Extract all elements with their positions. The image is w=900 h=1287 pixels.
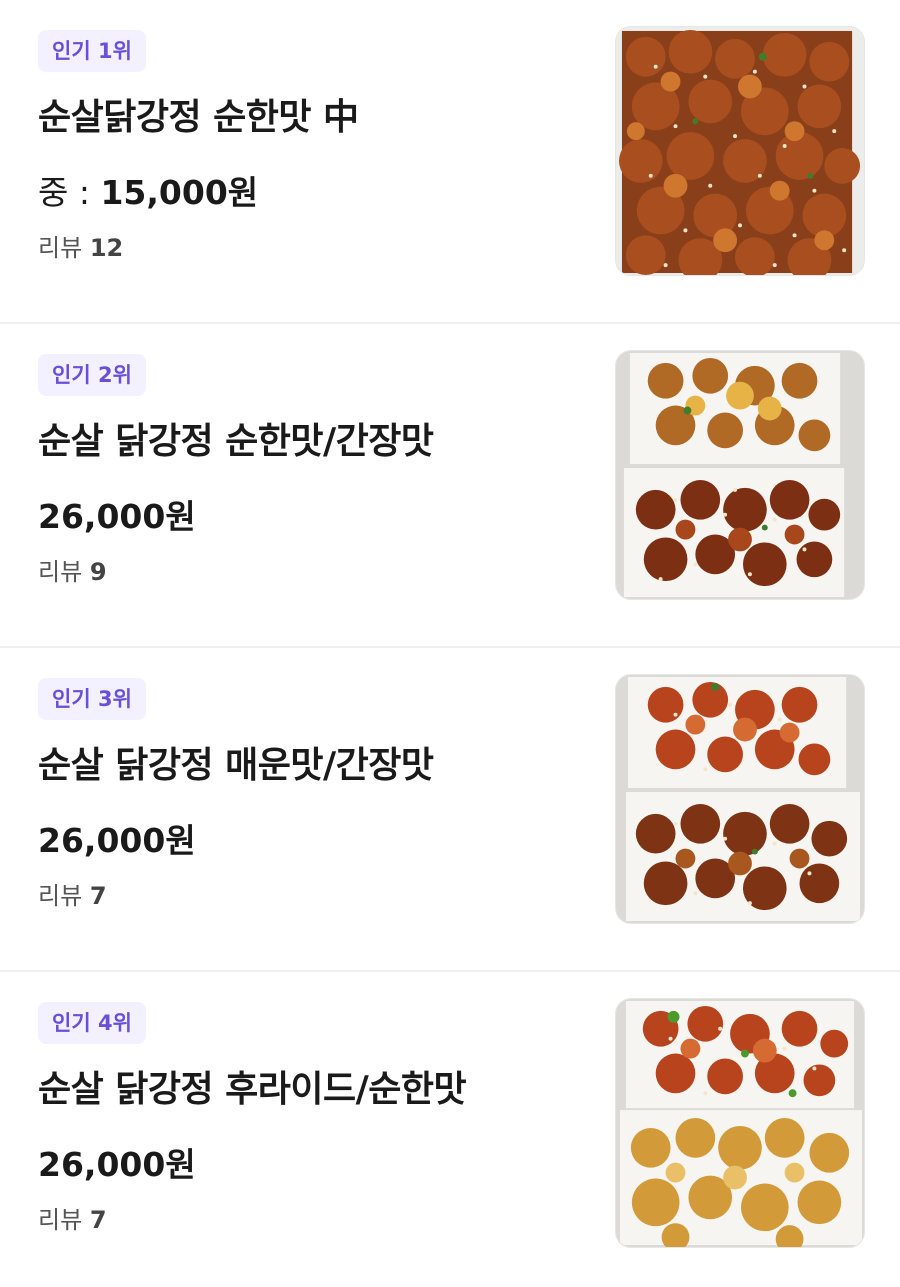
menu-title[interactable]: 순살 닭강정 후라이드/순한맛 [38,1060,578,1112]
menu-photo[interactable] [615,674,865,924]
review-label: 리뷰 [38,1206,83,1234]
menu-photo[interactable] [615,26,865,276]
menu-item-4[interactable]: 인기 4위 순살 닭강정 후라이드/순한맛 26,000원 리뷰 7 [0,972,900,1287]
price-amount: 15,000원 [100,173,259,212]
menu-item-info: 인기 2위 순살 닭강정 순한맛/간장맛 26,000원 리뷰 9 [38,354,578,587]
price-amount: 26,000원 [38,821,196,860]
price-amount: 26,000원 [38,497,196,536]
popularity-badge: 인기 2위 [38,354,146,396]
review-count: 7 [89,882,107,910]
review-info: 리뷰 12 [38,228,578,263]
menu-title[interactable]: 순살닭강정 순한맛 中 [38,88,578,140]
menu-item-info: 인기 4위 순살 닭강정 후라이드/순한맛 26,000원 리뷰 7 [38,1002,578,1235]
menu-price: 26,000원 [38,814,578,862]
review-label: 리뷰 [38,234,83,262]
menu-item-info: 인기 3위 순살 닭강정 매운맛/간장맛 26,000원 리뷰 7 [38,678,578,911]
fried-chicken-single-tray-photo-icon [616,27,864,275]
popularity-badge: 인기 3위 [38,678,146,720]
price-amount: 26,000원 [38,1145,196,1184]
popularity-badge: 인기 1위 [38,30,146,72]
price-size-label: 중 : [38,173,101,212]
menu-item-3[interactable]: 인기 3위 순살 닭강정 매운맛/간장맛 26,000원 리뷰 7 [0,648,900,972]
menu-price: 26,000원 [38,490,578,538]
popularity-badge: 인기 4위 [38,1002,146,1044]
review-count: 12 [89,234,124,262]
menu-item-1[interactable]: 인기 1위 순살닭강정 순한맛 中 중 : 15,000원 리뷰 12 [0,0,900,324]
menu-photo[interactable] [615,350,865,600]
review-count: 7 [89,1206,107,1234]
menu-title[interactable]: 순살 닭강정 매운맛/간장맛 [38,736,578,788]
menu-title[interactable]: 순살 닭강정 순한맛/간장맛 [38,412,578,464]
review-info: 리뷰 7 [38,876,578,911]
review-count: 9 [89,558,107,586]
fried-chicken-two-trays-photo-icon [616,675,864,923]
fried-chicken-two-trays-photo-icon [616,999,864,1247]
menu-price: 26,000원 [38,1138,578,1186]
menu-item-2[interactable]: 인기 2위 순살 닭강정 순한맛/간장맛 26,000원 리뷰 9 [0,324,900,648]
review-info: 리뷰 7 [38,1200,578,1235]
review-info: 리뷰 9 [38,552,578,587]
menu-item-info: 인기 1위 순살닭강정 순한맛 中 중 : 15,000원 리뷰 12 [38,30,578,263]
menu-photo[interactable] [615,998,865,1248]
menu-price: 중 : 15,000원 [38,166,578,214]
review-label: 리뷰 [38,882,83,910]
review-label: 리뷰 [38,558,83,586]
fried-chicken-two-trays-photo-icon [616,351,864,599]
menu-list: 인기 1위 순살닭강정 순한맛 中 중 : 15,000원 리뷰 12 인기 2… [0,0,900,1287]
